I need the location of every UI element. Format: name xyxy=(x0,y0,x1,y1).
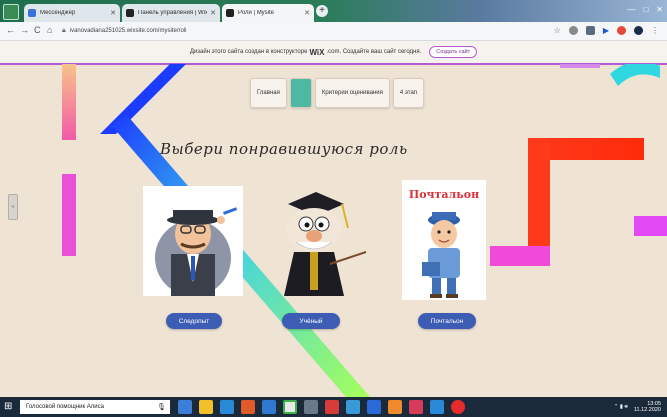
taskbar-apps xyxy=(178,400,465,414)
detective-illustration xyxy=(155,207,238,296)
folder-icon[interactable] xyxy=(199,400,213,414)
tab-messenger[interactable]: Мессенджер ✕ xyxy=(24,4,120,22)
app-icon[interactable] xyxy=(430,400,444,414)
app-icon[interactable] xyxy=(367,400,381,414)
tray-icons[interactable]: ⌃ ▮ 🔊︎ xyxy=(614,404,628,411)
postman-sign: Почтальон xyxy=(409,188,479,201)
banner-text: Дизайн этого сайта создан в конструкторе xyxy=(189,49,308,55)
home-icon[interactable]: ⌂ xyxy=(47,25,52,35)
app-icon[interactable] xyxy=(304,400,318,414)
scientist-illustration xyxy=(284,192,367,296)
extension-icon[interactable] xyxy=(585,26,595,35)
back-icon[interactable]: ← xyxy=(6,25,15,35)
cyan-arc xyxy=(610,64,660,86)
tab-bar: Мессенджер ✕ Панель управления | Wix.com… xyxy=(0,0,667,22)
close-window-icon[interactable]: ✕ xyxy=(656,5,663,14)
wix-promo-banner: Дизайн этого сайта создан в конструкторе… xyxy=(0,41,667,65)
menu-icon[interactable]: ⋮ xyxy=(651,26,659,35)
clock[interactable]: 13:05 11.12.2020 xyxy=(634,401,661,413)
app-icon[interactable] xyxy=(409,400,423,414)
side-panel-tab[interactable]: ‹‹ xyxy=(8,194,18,220)
app-icon[interactable] xyxy=(241,400,255,414)
taskbar: ⊞ Голосовой помощник Алиса 🎙︎ ⌃ ▮ 🔊︎ 13:… xyxy=(0,397,667,417)
wix-logo: WiX xyxy=(309,47,325,57)
lock-icon: 🔒︎ xyxy=(62,27,66,34)
magenta-stripe xyxy=(634,216,667,236)
tab-label: Мессенджер xyxy=(40,10,76,16)
reload-icon[interactable]: C xyxy=(34,25,41,35)
tab-label: Панель управления | Wix.com xyxy=(138,10,208,16)
app-icon[interactable] xyxy=(220,400,234,414)
window-controls: — □ ✕ xyxy=(627,5,663,14)
close-icon[interactable]: ✕ xyxy=(110,9,116,17)
url-field[interactable]: 🔒︎ ivanovadiana251025.wixsite.com/mysite… xyxy=(62,25,562,37)
tab-label: Роли | Mysite xyxy=(238,10,275,16)
postman-illustration: Почтальон xyxy=(409,188,479,298)
profile-avatar[interactable] xyxy=(634,26,643,35)
menu-item-stage4[interactable]: 4 этап xyxy=(392,78,425,108)
banner-suffix: .com. Создайте ваш сайт сегодня. xyxy=(326,49,422,55)
maximize-icon[interactable]: □ xyxy=(643,5,648,14)
play-icon[interactable]: ▶ xyxy=(603,26,609,35)
browser-chrome: Мессенджер ✕ Панель управления | Wix.com… xyxy=(0,0,667,41)
wix-tab-icon xyxy=(126,9,134,17)
create-site-button[interactable]: Создать сайт xyxy=(429,46,478,58)
extension-icon[interactable] xyxy=(568,26,578,35)
menu-item-current[interactable] xyxy=(289,78,312,108)
microphone-icon[interactable]: 🎙︎ xyxy=(157,403,166,411)
pink-stripe-right xyxy=(490,246,550,266)
app-icon[interactable] xyxy=(262,400,276,414)
role-image-postman[interactable]: Почтальон xyxy=(402,180,486,300)
page-heading: Выбери понравившуюся роль xyxy=(160,140,408,158)
new-tab-button[interactable]: + xyxy=(316,5,328,17)
forward-icon[interactable]: → xyxy=(20,25,29,35)
minimize-icon[interactable]: — xyxy=(627,5,635,14)
address-bar-row: ← → C ⌂ 🔒︎ ivanovadiana251025.wixsite.co… xyxy=(0,22,667,41)
menu-item-criteria[interactable]: Критерии оценивания xyxy=(314,78,390,108)
close-icon[interactable]: ✕ xyxy=(210,9,216,17)
clock-date: 11.12.2020 xyxy=(633,407,661,413)
url-text: ivanovadiana251025.wixsite.com/mysite/ro… xyxy=(69,28,187,34)
app-icon[interactable] xyxy=(325,400,339,414)
app-icon[interactable] xyxy=(388,400,402,414)
window-icon xyxy=(3,4,19,20)
role-button-postman[interactable]: Почтальон xyxy=(418,313,476,329)
menu-item-home[interactable]: Главная xyxy=(250,78,287,108)
role-button-scientist[interactable]: Учёный xyxy=(282,313,340,329)
system-tray: ⌃ ▮ 🔊︎ 13:05 11.12.2020 xyxy=(614,401,661,413)
tab-roles[interactable]: Роли | Mysite ✕ xyxy=(222,4,314,22)
yandex-icon[interactable] xyxy=(451,400,465,414)
site-menu: Главная Критерии оценивания 4 этап xyxy=(250,78,425,108)
star-icon[interactable]: ☆ xyxy=(554,26,561,35)
wix-tab-icon xyxy=(226,9,234,17)
tab-wix-dashboard[interactable]: Панель управления | Wix.com ✕ xyxy=(122,4,220,22)
voice-assistant-label: Голосовой помощник Алиса xyxy=(26,404,104,410)
messenger-tab-icon xyxy=(28,9,36,17)
start-icon[interactable]: ⊞ xyxy=(4,401,16,413)
voice-assistant-search[interactable]: Голосовой помощник Алиса 🎙︎ xyxy=(20,400,170,414)
role-button-pathfinder[interactable]: Следопыт xyxy=(166,313,222,329)
role-image-pathfinder[interactable] xyxy=(143,186,243,296)
role-image-scientist[interactable] xyxy=(266,178,372,296)
extension-icon[interactable] xyxy=(617,26,626,35)
pink-stripe-left xyxy=(62,174,76,256)
pink-stripe-top xyxy=(62,64,76,140)
extensions: ☆ ▶ ⋮ xyxy=(554,26,659,35)
chrome-icon[interactable] xyxy=(283,400,297,414)
app-icon[interactable] xyxy=(178,400,192,414)
violet-stripe xyxy=(560,64,600,68)
app-icon[interactable] xyxy=(346,400,360,414)
blue-stripe xyxy=(100,64,186,134)
close-icon[interactable]: ✕ xyxy=(304,9,310,17)
